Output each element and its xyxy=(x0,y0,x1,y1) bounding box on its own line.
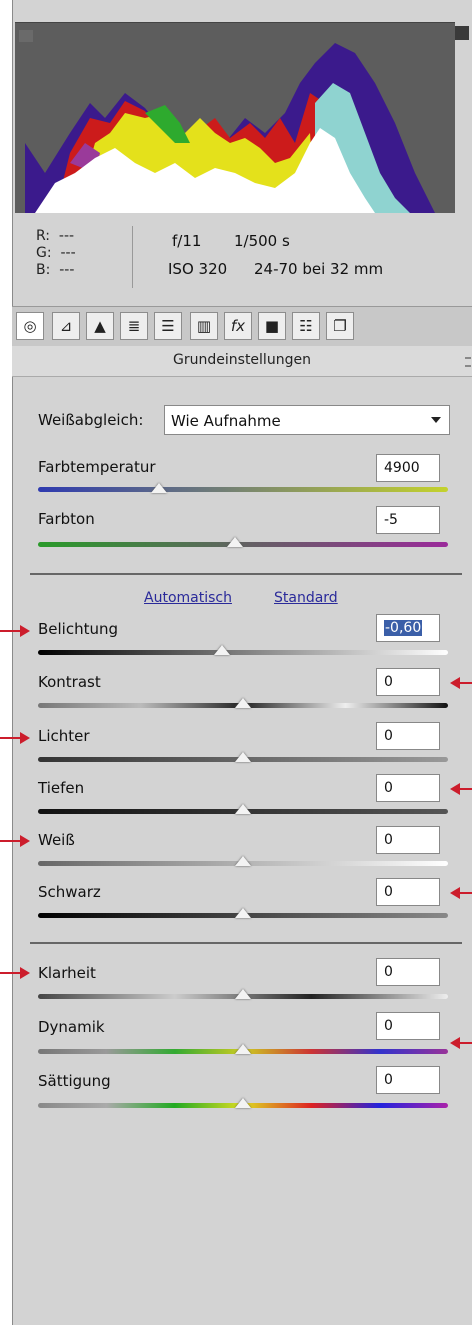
contrast-label: Kontrast xyxy=(38,673,101,691)
lens-corrections-tab-icon[interactable]: ▥ xyxy=(190,312,218,340)
exposure-slider-track[interactable] xyxy=(38,650,448,655)
lens-value: 24-70 bei 32 mm xyxy=(254,260,384,278)
section-title: Grundeinstellungen xyxy=(173,352,311,368)
g-label: G: xyxy=(36,245,52,261)
tint-label: Farbton xyxy=(38,510,95,528)
saturation-label: Sättigung xyxy=(38,1072,111,1090)
exposure-label: Belichtung xyxy=(38,620,119,638)
image-info: R: --- G: --- B: --- f/11 1/500 s ISO 32… xyxy=(12,214,472,302)
whites-value: 0 xyxy=(384,832,393,848)
panel-menu-icon[interactable] xyxy=(465,357,471,367)
annotation-arrow-clarity xyxy=(0,967,30,979)
rgb-readout: R: --- G: --- B: --- xyxy=(36,228,76,279)
split-toning-tab-icon[interactable]: ☰ xyxy=(154,312,182,340)
snapshots-tab-icon[interactable]: ❐ xyxy=(326,312,354,340)
aperture-value: f/11 xyxy=(172,232,202,250)
blacks-field[interactable]: 0 xyxy=(376,878,440,906)
section-divider xyxy=(30,573,462,575)
tint-slider-thumb[interactable] xyxy=(227,537,243,547)
annotation-arrow-contrast xyxy=(450,677,472,689)
highlight-clipping-warning-icon[interactable] xyxy=(455,26,469,40)
basic-tab-icon[interactable]: ◎ xyxy=(16,312,44,340)
temperature-value: 4900 xyxy=(384,460,420,476)
saturation-slider-thumb[interactable] xyxy=(235,1098,251,1108)
vibrance-slider-thumb[interactable] xyxy=(235,1044,251,1054)
r-value: --- xyxy=(58,228,75,244)
blacks-label: Schwarz xyxy=(38,883,101,901)
vibrance-value: 0 xyxy=(384,1018,393,1034)
annotation-arrow-shadows xyxy=(450,783,472,795)
white-balance-select[interactable]: Wie Aufnahme xyxy=(164,405,450,435)
exposure-value: -0,60 xyxy=(384,620,423,636)
shadows-slider-thumb[interactable] xyxy=(235,804,251,814)
temperature-slider-track[interactable] xyxy=(38,487,448,492)
auto-link[interactable]: Automatisch xyxy=(144,590,232,606)
b-label: B: xyxy=(36,262,51,278)
contrast-slider-thumb[interactable] xyxy=(235,698,251,708)
info-divider xyxy=(132,226,133,288)
highlights-slider-thumb[interactable] xyxy=(235,752,251,762)
clarity-slider-thumb[interactable] xyxy=(235,989,251,999)
annotation-arrow-exposure xyxy=(0,625,30,637)
temperature-label: Farbtemperatur xyxy=(38,458,156,476)
saturation-value: 0 xyxy=(384,1072,393,1088)
white-balance-label: Weißabgleich: xyxy=(38,411,144,429)
whites-label: Weiß xyxy=(38,831,75,849)
saturation-field[interactable]: 0 xyxy=(376,1066,440,1094)
annotation-arrow-blacks xyxy=(450,887,472,899)
annotation-arrow-whites xyxy=(0,835,30,847)
camera-calibration-tab-icon[interactable]: ■ xyxy=(258,312,286,340)
blacks-slider-thumb[interactable] xyxy=(235,908,251,918)
g-value: --- xyxy=(60,245,76,261)
contrast-value: 0 xyxy=(384,674,393,690)
shadow-clipping-warning-icon[interactable] xyxy=(19,30,33,42)
tint-value: -5 xyxy=(384,512,398,528)
shadows-value: 0 xyxy=(384,780,393,796)
exposure-field[interactable]: -0,60 xyxy=(376,614,440,642)
tone-curve-tab-icon[interactable]: ⊿ xyxy=(52,312,80,340)
highlights-field[interactable]: 0 xyxy=(376,722,440,750)
chevron-down-icon xyxy=(431,417,441,423)
detail-tab-icon[interactable]: ▲ xyxy=(86,312,114,340)
histogram xyxy=(15,22,455,213)
white-balance-value: Wie Aufnahme xyxy=(171,412,281,430)
panel-tabs: ◎ ⊿ ▲ ≣ ☰ ▥ fx ■ ☷ ❐ xyxy=(12,306,472,348)
annotation-arrow-highlights xyxy=(0,732,30,744)
exposure-slider-thumb[interactable] xyxy=(214,645,230,655)
iso-value: ISO 320 xyxy=(168,260,228,278)
vibrance-label: Dynamik xyxy=(38,1018,105,1036)
temperature-slider-thumb[interactable] xyxy=(151,483,167,493)
r-label: R: xyxy=(36,228,51,244)
presence-divider xyxy=(30,942,462,944)
temperature-field[interactable]: 4900 xyxy=(376,454,440,482)
shadows-field[interactable]: 0 xyxy=(376,774,440,802)
b-value: --- xyxy=(59,262,75,278)
default-link[interactable]: Standard xyxy=(274,590,338,606)
contrast-field[interactable]: 0 xyxy=(376,668,440,696)
shutter-value: 1/500 s xyxy=(234,232,290,250)
clarity-field[interactable]: 0 xyxy=(376,958,440,986)
presets-tab-icon[interactable]: ☷ xyxy=(292,312,320,340)
whites-slider-thumb[interactable] xyxy=(235,856,251,866)
clarity-value: 0 xyxy=(384,964,393,980)
highlights-value: 0 xyxy=(384,728,393,744)
highlights-label: Lichter xyxy=(38,727,90,745)
vibrance-field[interactable]: 0 xyxy=(376,1012,440,1040)
tint-slider-track[interactable] xyxy=(38,542,448,547)
whites-field[interactable]: 0 xyxy=(376,826,440,854)
section-header: Grundeinstellungen xyxy=(12,346,472,377)
annotation-arrow-vibrance xyxy=(450,1037,472,1049)
effects-tab-icon[interactable]: fx xyxy=(224,312,252,340)
clarity-label: Klarheit xyxy=(38,964,96,982)
blacks-value: 0 xyxy=(384,884,393,900)
hsl-tab-icon[interactable]: ≣ xyxy=(120,312,148,340)
shadows-label: Tiefen xyxy=(38,779,85,797)
tint-field[interactable]: -5 xyxy=(376,506,440,534)
